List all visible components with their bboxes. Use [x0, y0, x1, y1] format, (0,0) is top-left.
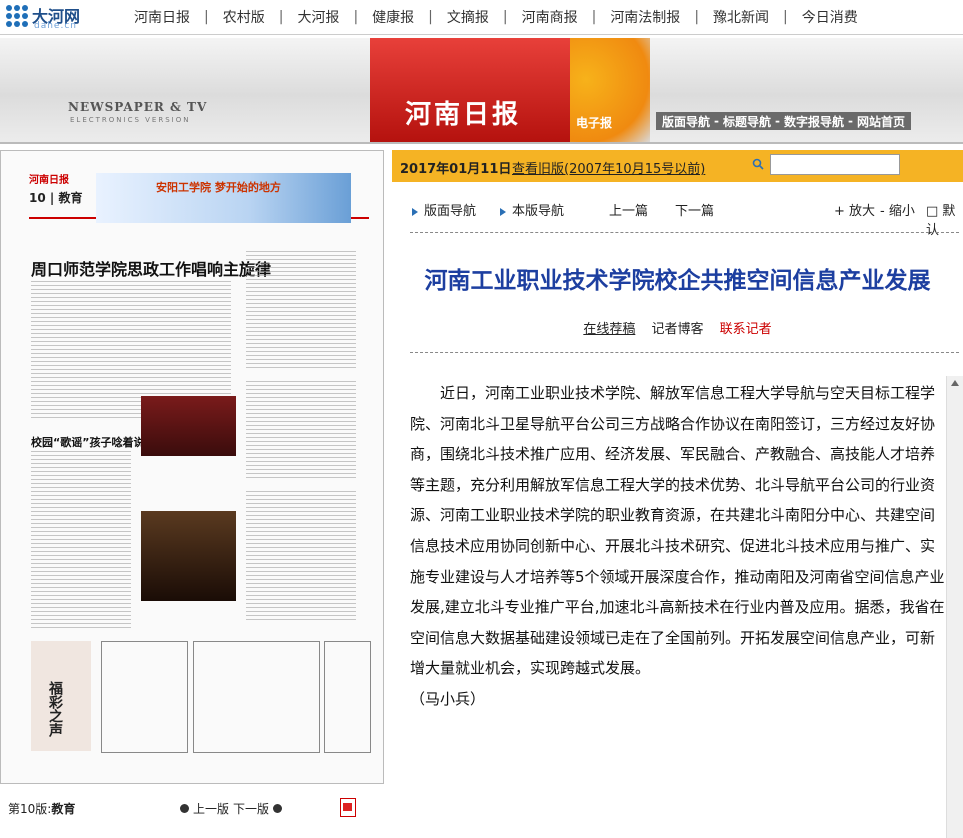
- nav-link-henan-daily[interactable]: 河南日报: [120, 7, 204, 27]
- banner-edition-label: 电子报: [576, 116, 613, 130]
- page-masthead-name: 河南日报: [29, 175, 69, 186]
- page-headline[interactable]: 周口师范学院思政工作唱响主旋律: [31, 256, 271, 280]
- reporter-blog-link[interactable]: 记者博客: [651, 322, 703, 337]
- date-bar: 2017年01月11日 查看旧版(2007年10月15号以前): [392, 150, 963, 182]
- old-edition-link[interactable]: 查看旧版(2007年10月15号以前): [512, 158, 705, 177]
- article-title: 河南工业职业技术学院校企共推空间信息产业发展: [424, 267, 931, 294]
- nav-link-commerce[interactable]: 河南商报: [508, 7, 592, 27]
- edition-nav-label: 本版导航: [512, 204, 565, 219]
- paper-links: 河南日报 | 农村版 | 大河报 | 健康报 | 文摘报 | 河南商报 | 河南法制报 | 豫…: [120, 0, 872, 34]
- article-byline: 在线荐稿 记者博客 联系记者: [392, 318, 963, 337]
- page-ad-box[interactable]: [324, 641, 371, 753]
- nav-link-dahe-bao[interactable]: 大河报: [283, 7, 353, 27]
- divider: [410, 352, 959, 353]
- banner-tagline-sub: ELECTRONICS VERSION: [70, 116, 191, 124]
- article-body: 近日，河南工业职业技术学院、解放军信息工程大学导航与空天目标工程学院、河南北斗卫…: [410, 378, 945, 715]
- page-ad-banner[interactable]: 安阳工学院 梦开始的地方: [96, 173, 351, 223]
- next-article-link[interactable]: 下一篇: [675, 200, 714, 219]
- prev-article-link[interactable]: 上一篇: [609, 200, 648, 219]
- page-photo[interactable]: [141, 396, 236, 456]
- page-column-title: 福彩之声: [47, 681, 63, 737]
- banner-nav-digital[interactable]: 数字报导航: [784, 113, 844, 130]
- page-text-block[interactable]: [31, 451, 131, 631]
- dahe-logo[interactable]: 大河网 dahe.cn: [6, 3, 96, 31]
- banner-nav-title[interactable]: 标题导航: [723, 113, 771, 130]
- edition-nav-button[interactable]: 本版导航: [500, 200, 564, 219]
- article-toolbar: 版面导航 本版导航 上一篇 下一篇 + 放大 - 缩小 □ 默认: [392, 196, 963, 238]
- page-photo[interactable]: [141, 511, 236, 601]
- submit-article-link[interactable]: 在线荐稿: [583, 322, 635, 337]
- page-text-block[interactable]: [246, 381, 356, 481]
- contact-reporter-link[interactable]: 联系记者: [720, 322, 772, 337]
- page-navigation: 上一版 下一版: [180, 800, 283, 817]
- page-label: 第10版:: [8, 802, 52, 816]
- article-paragraph: 近日，河南工业职业技术学院、解放军信息工程大学导航与空天目标工程学院、河南北斗卫…: [410, 384, 945, 678]
- nav-link-rural-edition[interactable]: 农村版: [209, 7, 279, 27]
- pdf-download-icon[interactable]: [340, 798, 356, 817]
- page-ad-text: 安阳工学院 梦开始的地方: [156, 181, 281, 194]
- page-edition: 10 | 教育: [29, 191, 83, 205]
- page-text-block[interactable]: [246, 251, 356, 371]
- banner-nav-separator: -: [775, 114, 780, 128]
- page-ad-box[interactable]: [101, 641, 188, 753]
- banner-navigation: 版面导航 - 标题导航 - 数字报导航 - 网站首页: [656, 112, 912, 130]
- search-input[interactable]: [770, 154, 900, 175]
- banner-nav-page[interactable]: 版面导航: [662, 113, 710, 130]
- prev-page-icon[interactable]: [180, 804, 189, 813]
- banner-nav-home[interactable]: 网站首页: [857, 113, 905, 130]
- newspaper-page-image[interactable]: 河南日报 10 | 教育 安阳工学院 梦开始的地方 周口师范学院思政工作唱响主旋…: [0, 150, 384, 784]
- page-text-block[interactable]: [246, 491, 356, 621]
- arrow-right-icon: [500, 207, 506, 216]
- arrow-right-icon: [412, 207, 418, 216]
- logo-dots-icon: [6, 5, 28, 27]
- next-page-icon[interactable]: [273, 804, 283, 813]
- vertical-scrollbar[interactable]: [946, 376, 963, 838]
- page-nav-button[interactable]: 版面导航: [412, 200, 476, 219]
- banner-tagline: NEWSPAPER & TV: [68, 100, 208, 114]
- nav-link-legal[interactable]: 河南法制报: [596, 7, 694, 27]
- scroll-up-icon[interactable]: [951, 380, 959, 386]
- zoom-in-button[interactable]: + 放大: [834, 200, 875, 219]
- article-author: （马小兵）: [410, 689, 486, 708]
- issue-date: 2017年01月11日: [400, 162, 512, 177]
- banner-nav-separator: -: [714, 114, 719, 128]
- page-column-box[interactable]: 福彩之声: [31, 641, 91, 751]
- nav-link-consumer[interactable]: 今日消费: [788, 7, 872, 27]
- page-nav-label: 版面导航: [424, 204, 477, 219]
- prev-page-link[interactable]: 上一版: [193, 800, 229, 817]
- page-name: 教育: [51, 802, 76, 816]
- next-page-link[interactable]: 下一版: [233, 800, 269, 817]
- logo-sub-text: dahe.cn: [34, 21, 77, 31]
- page-ad-box[interactable]: [193, 641, 320, 753]
- search-icon[interactable]: [752, 158, 764, 170]
- top-navigation: 大河网 dahe.cn 河南日报 | 农村版 | 大河报 | 健康报 | 文摘报 | 河南…: [0, 0, 963, 35]
- page-indicator: 第10版: 教育: [8, 800, 75, 817]
- nav-link-digest[interactable]: 文摘报: [433, 7, 503, 27]
- zoom-out-button[interactable]: - 缩小: [880, 200, 915, 219]
- nav-link-yubei[interactable]: 豫北新闻: [699, 7, 783, 27]
- nav-link-health[interactable]: 健康报: [358, 7, 428, 27]
- banner-paper-title: 河南日报: [405, 100, 522, 130]
- page-subhead[interactable]: 校园“歌谣”孩子唸着说: [31, 434, 144, 450]
- divider: [410, 232, 959, 233]
- header-banner: NEWSPAPER & TV ELECTRONICS VERSION 河南日报 …: [0, 38, 963, 144]
- banner-nav-separator: -: [848, 114, 853, 128]
